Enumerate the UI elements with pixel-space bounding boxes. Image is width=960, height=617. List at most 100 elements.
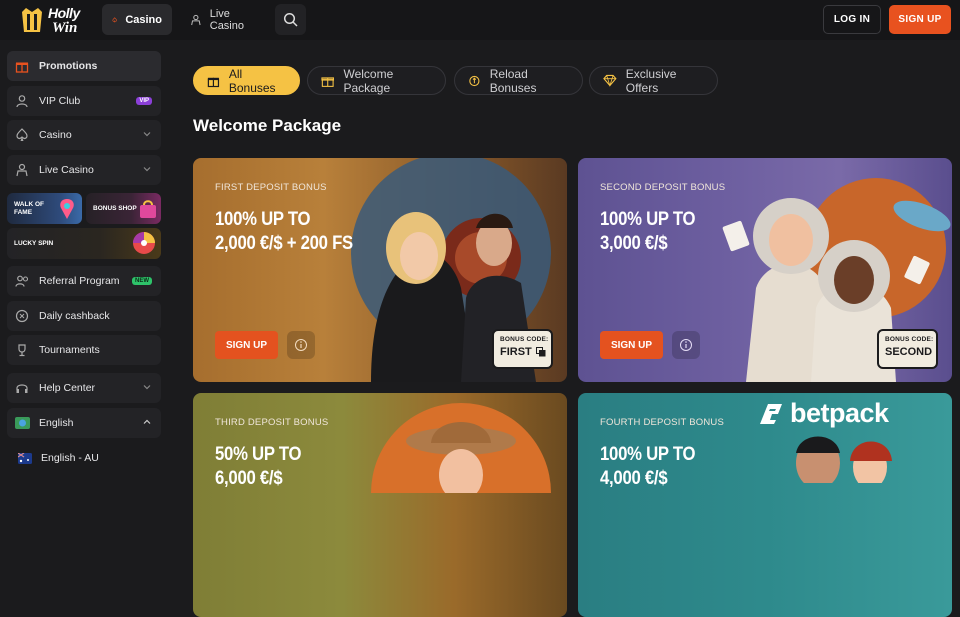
- sidebar-item-help-center[interactable]: Help Center: [7, 373, 161, 403]
- card-offer: 100% UP TO 3,000 €/$: [600, 208, 758, 256]
- chevron-down-icon: [143, 132, 151, 137]
- bonus-code-box[interactable]: BONUS CODE: SECOND: [877, 329, 938, 369]
- card-label: FOURTH DEPOSIT BONUS: [600, 417, 724, 428]
- vip-badge: VIP: [136, 97, 152, 105]
- sidebar-item-label: Live Casino: [39, 164, 94, 176]
- bonus-code-box[interactable]: BONUS CODE: FIRST: [492, 329, 553, 369]
- tile-lucky-spin[interactable]: LUCKY SPIN: [7, 228, 161, 259]
- sidebar-item-daily-cashback[interactable]: Daily cashback: [7, 301, 161, 331]
- nav-live-casino-label: Live Casino: [209, 7, 244, 32]
- card-label: FIRST DEPOSIT BONUS: [215, 182, 327, 193]
- sidebar-item-label: VIP Club: [39, 95, 81, 107]
- users-icon: [14, 273, 30, 289]
- sidebar-item-label: Referral Program: [39, 275, 120, 287]
- globe-flag-icon: [14, 415, 30, 431]
- card-info-button[interactable]: [287, 331, 315, 359]
- sidebar-item-casino[interactable]: Casino: [7, 120, 161, 150]
- card-offer-line1: 50% UP TO: [215, 444, 302, 465]
- new-badge: NEW: [132, 277, 152, 285]
- filter-label: Exclusive Offers: [625, 66, 677, 95]
- sidebar-item-label: Casino: [39, 129, 72, 141]
- tile-label: WALK OF: [14, 201, 44, 208]
- sidebar-item-tournaments[interactable]: Tournaments: [7, 335, 161, 365]
- filter-exclusive-offers[interactable]: Exclusive Offers: [589, 66, 718, 95]
- card-offer: 100% UP TO 2,000 €/$ + 200 FS: [215, 208, 373, 256]
- wheel-icon: [133, 232, 155, 254]
- card-offer-line1: 100% UP TO: [600, 209, 696, 230]
- spade-icon: [112, 16, 117, 22]
- nav-casino-label: Casino: [125, 13, 162, 26]
- shopping-bag-icon: [140, 200, 156, 218]
- filter-label: Reload Bonuses: [489, 66, 537, 95]
- chevron-down-icon: [143, 385, 151, 390]
- copy-icon: [535, 347, 546, 357]
- card-offer-line2: 2,000 €/$ + 200 FS: [215, 233, 353, 254]
- search-icon: [283, 12, 298, 27]
- card-label: THIRD DEPOSIT BONUS: [215, 417, 329, 428]
- welcome-gift-icon: [321, 76, 335, 87]
- sidebar-item-referral[interactable]: Referral Program NEW: [7, 266, 161, 296]
- cashback-icon: [14, 308, 30, 324]
- bonus-code-label: BONUS CODE:: [885, 336, 934, 343]
- headset-icon: [14, 380, 30, 396]
- map-pin-icon: [60, 199, 74, 219]
- sidebar-item-label: Daily cashback: [39, 310, 110, 322]
- card-label: SECOND DEPOSIT BONUS: [600, 182, 726, 193]
- signup-button[interactable]: SIGN UP: [889, 5, 951, 34]
- betpack-logo-icon: [760, 403, 782, 424]
- language-selector[interactable]: English: [7, 408, 161, 438]
- reload-icon: [469, 75, 480, 86]
- tile-label: FAME: [14, 209, 33, 217]
- watermark-text: betpack: [790, 398, 889, 428]
- agents-illustration-icon: [796, 436, 892, 483]
- bonus-code-label: BONUS CODE:: [500, 336, 549, 343]
- tile-bonus-shop[interactable]: BONUS SHOP: [86, 193, 161, 224]
- gift-icon: [14, 58, 30, 74]
- diamond-icon: [603, 74, 617, 87]
- card-signup-button[interactable]: SIGN UP: [215, 331, 278, 359]
- logo[interactable]: Holly Win: [20, 3, 84, 37]
- sidebar: Promotions VIP Club VIP Casino Live Casi…: [0, 40, 168, 480]
- bonus-code-value: FIRST: [500, 346, 532, 358]
- login-button[interactable]: LOG IN: [823, 5, 881, 34]
- search-button[interactable]: [275, 4, 306, 35]
- info-icon: [295, 339, 307, 351]
- filter-label: Welcome Package: [343, 66, 394, 95]
- sidebar-item-vip-club[interactable]: VIP Club VIP: [7, 86, 161, 116]
- bonus-card-third[interactable]: THIRD DEPOSIT BONUS 50% UP TO 6,000 €/$: [193, 393, 567, 617]
- sidebar-item-label: Promotions: [39, 60, 98, 72]
- gift-icon: [207, 77, 220, 87]
- filter-label: All Bonuses: [228, 66, 276, 95]
- bonus-card-first[interactable]: FIRST DEPOSIT BONUS 100% UP TO 2,000 €/$…: [193, 158, 567, 382]
- top-bar: Holly Win Casino Live Casino LOG IN SIGN…: [0, 0, 960, 40]
- logo-mark-icon: [22, 8, 42, 32]
- filter-welcome-package[interactable]: Welcome Package: [307, 66, 446, 95]
- sidebar-item-label: Tournaments: [39, 344, 100, 356]
- card-info-button[interactable]: [672, 331, 700, 359]
- chevron-down-icon: [143, 167, 151, 172]
- dealer-icon: [191, 14, 201, 25]
- tile-walk-of-fame[interactable]: WALK OF FAME: [7, 193, 82, 224]
- bonus-code-value: SECOND: [885, 346, 933, 358]
- tile-label: BONUS SHOP: [93, 205, 137, 212]
- bonus-card-second[interactable]: SECOND DEPOSIT BONUS 100% UP TO 3,000 €/…: [578, 158, 952, 382]
- card-offer-line2: 4,000 €/$: [600, 468, 668, 489]
- spade-icon: [14, 127, 30, 143]
- sidebar-item-live-casino[interactable]: Live Casino: [7, 155, 161, 185]
- card-signup-button[interactable]: SIGN UP: [600, 331, 663, 359]
- dealer-icon: [14, 162, 30, 178]
- card-offer-line1: 100% UP TO: [600, 444, 696, 465]
- nav-casino[interactable]: Casino: [102, 4, 172, 35]
- sidebar-item-promotions[interactable]: Promotions: [7, 51, 161, 81]
- user-icon: [14, 93, 30, 109]
- filter-reload-bonuses[interactable]: Reload Bonuses: [454, 66, 583, 95]
- language-option-en-au[interactable]: English - AU: [7, 443, 161, 473]
- language-label: English: [39, 417, 74, 429]
- card-offer-line2: 3,000 €/$: [600, 233, 668, 254]
- betpack-watermark: betpack: [758, 398, 889, 429]
- section-title: Welcome Package: [193, 116, 342, 135]
- tile-label: LUCKY SPIN: [14, 240, 54, 247]
- nav-live-casino[interactable]: Live Casino: [180, 4, 268, 35]
- filter-all-bonuses[interactable]: All Bonuses: [193, 66, 300, 95]
- logo-text-line2: Win: [52, 20, 78, 36]
